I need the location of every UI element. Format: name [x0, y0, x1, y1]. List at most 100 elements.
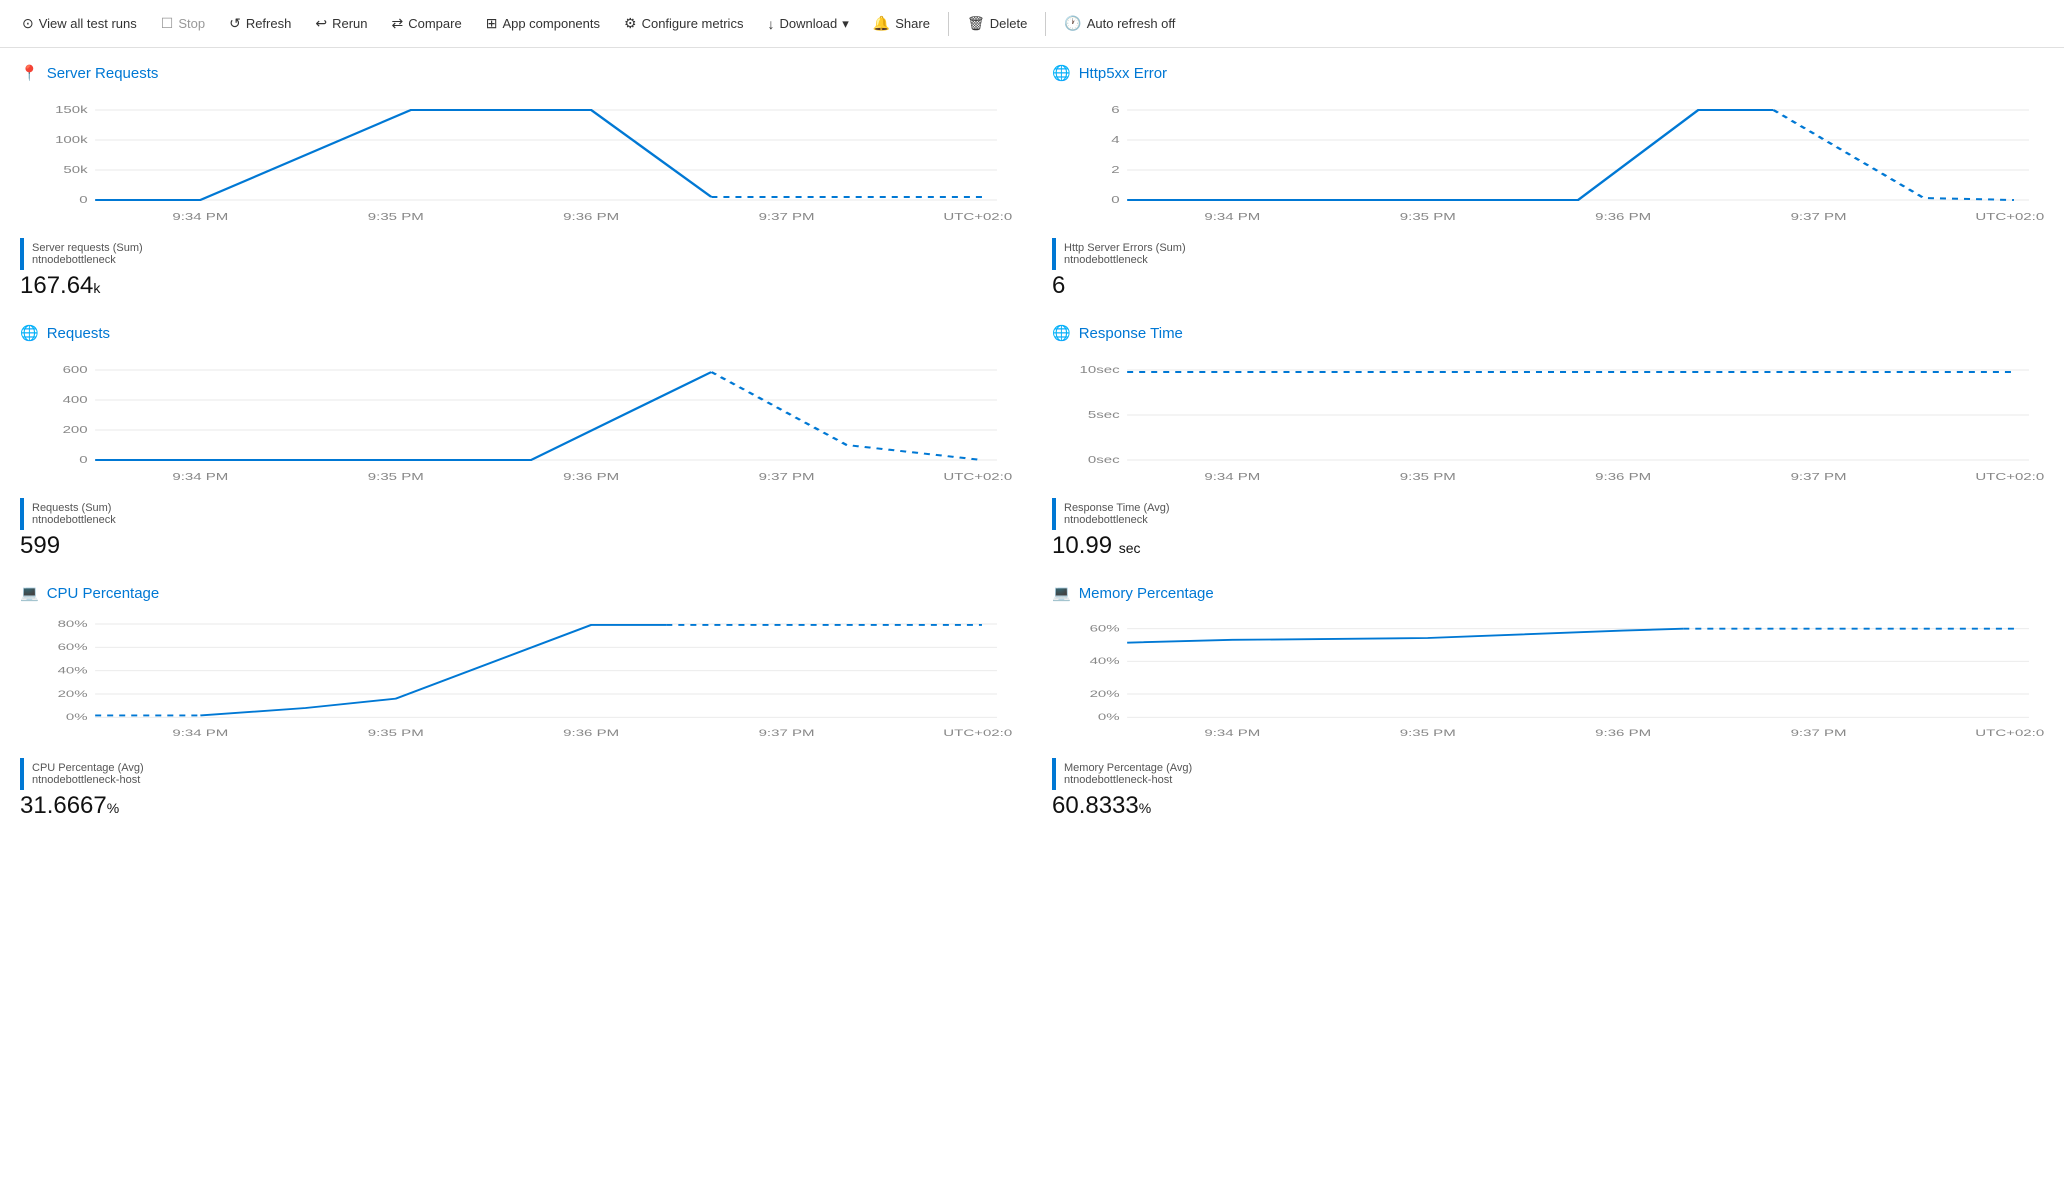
legend-bar [1052, 238, 1056, 270]
response-time-card: 🌐 Response Time 10sec 5sec 0sec 9:34 PM … [1052, 324, 2044, 560]
svg-text:9:37 PM: 9:37 PM [759, 211, 815, 223]
memory-percentage-icon: 💻 [1052, 584, 1071, 602]
svg-text:9:36 PM: 9:36 PM [1595, 471, 1651, 483]
toolbar: ⊙ View all test runs ☐ Stop ↺ Refresh ↩ … [0, 0, 2064, 48]
server-requests-chart: 150k 100k 50k 0 9:34 PM 9:35 PM 9:36 PM … [20, 90, 1012, 230]
svg-text:UTC+02:00: UTC+02:00 [1975, 471, 2044, 483]
refresh-button[interactable]: ↺ Refresh [219, 9, 301, 38]
memory-percentage-chart: 60% 40% 20% 0% 9:34 PM 9:35 PM 9:36 PM 9… [1052, 610, 2044, 750]
compare-icon: ⇄ [392, 15, 404, 32]
share-button[interactable]: 🔔 Share [863, 9, 940, 38]
svg-text:2: 2 [1111, 164, 1119, 176]
download-chevron-icon: ▾ [842, 16, 849, 32]
svg-text:0%: 0% [1098, 712, 1120, 722]
svg-text:9:36 PM: 9:36 PM [1595, 728, 1651, 738]
http5xx-card: 🌐 Http5xx Error 6 4 2 0 9:34 PM 9:35 PM … [1052, 64, 2044, 300]
memory-percentage-card: 💻 Memory Percentage 60% 40% 20% 0% 9:34 … [1052, 584, 2044, 820]
svg-text:0%: 0% [66, 712, 88, 722]
response-time-legend: Response Time (Avg) ntnodebottleneck 10.… [1052, 498, 2044, 560]
separator [948, 12, 949, 36]
stop-icon: ☐ [161, 15, 174, 32]
svg-text:0: 0 [79, 194, 87, 206]
stop-button[interactable]: ☐ Stop [151, 9, 215, 38]
server-requests-icon: 📍 [20, 64, 39, 82]
memory-percentage-legend: Memory Percentage (Avg) ntnodebottleneck… [1052, 758, 2044, 820]
svg-text:UTC+02:00: UTC+02:00 [943, 471, 1012, 483]
server-requests-card: 📍 Server Requests 150k 100k 50k 0 9:34 P… [20, 64, 1012, 300]
svg-text:50k: 50k [63, 164, 88, 176]
svg-text:9:35 PM: 9:35 PM [368, 471, 424, 483]
server-requests-title: 📍 Server Requests [20, 64, 1012, 82]
svg-text:9:34 PM: 9:34 PM [172, 471, 228, 483]
svg-text:20%: 20% [58, 689, 88, 699]
svg-text:400: 400 [63, 394, 88, 406]
server-requests-legend: Server requests (Sum) ntnodebottleneck 1… [20, 238, 1012, 300]
svg-text:9:34 PM: 9:34 PM [1204, 211, 1260, 223]
configure-metrics-button[interactable]: ⚙ Configure metrics [614, 9, 753, 38]
svg-text:9:36 PM: 9:36 PM [563, 471, 619, 483]
svg-text:5sec: 5sec [1088, 409, 1120, 421]
delete-button[interactable]: 🗑 Delete [957, 9, 1037, 38]
svg-text:9:35 PM: 9:35 PM [1400, 728, 1456, 738]
svg-text:9:34 PM: 9:34 PM [1204, 471, 1260, 483]
svg-text:600: 600 [63, 364, 88, 376]
svg-text:9:35 PM: 9:35 PM [368, 728, 424, 738]
svg-text:4: 4 [1111, 134, 1119, 146]
http5xx-chart: 6 4 2 0 9:34 PM 9:35 PM 9:36 PM 9:37 PM … [1052, 90, 2044, 230]
svg-text:9:35 PM: 9:35 PM [368, 211, 424, 223]
legend-bar [1052, 498, 1056, 530]
svg-text:40%: 40% [58, 665, 88, 675]
charts-grid: 📍 Server Requests 150k 100k 50k 0 9:34 P… [20, 64, 2044, 820]
rerun-icon: ↩ [315, 15, 327, 32]
cpu-percentage-legend: CPU Percentage (Avg) ntnodebottleneck-ho… [20, 758, 1012, 820]
response-time-chart: 10sec 5sec 0sec 9:34 PM 9:35 PM 9:36 PM … [1052, 350, 2044, 490]
svg-text:80%: 80% [58, 619, 88, 629]
configure-metrics-icon: ⚙ [624, 15, 637, 32]
svg-text:9:36 PM: 9:36 PM [563, 211, 619, 223]
svg-text:150k: 150k [55, 104, 88, 116]
svg-text:20%: 20% [1090, 689, 1120, 699]
svg-text:40%: 40% [1090, 656, 1120, 666]
requests-title: 🌐 Requests [20, 324, 1012, 342]
svg-text:0sec: 0sec [1088, 454, 1120, 466]
auto-refresh-icon: 🕐 [1064, 15, 1081, 32]
requests-chart: 600 400 200 0 9:34 PM 9:35 PM 9:36 PM 9:… [20, 350, 1012, 490]
svg-text:200: 200 [63, 424, 88, 436]
legend-bar [20, 238, 24, 270]
svg-text:9:37 PM: 9:37 PM [1791, 471, 1847, 483]
svg-text:10sec: 10sec [1080, 364, 1121, 376]
delete-icon: 🗑 [967, 15, 985, 32]
share-icon: 🔔 [873, 15, 890, 32]
svg-text:UTC+02:00: UTC+02:00 [943, 211, 1012, 223]
svg-text:9:37 PM: 9:37 PM [759, 471, 815, 483]
view-all-button[interactable]: ⊙ View all test runs [12, 9, 147, 38]
legend-bar [1052, 758, 1056, 790]
legend-bar [20, 498, 24, 530]
svg-text:9:37 PM: 9:37 PM [1791, 728, 1847, 738]
rerun-button[interactable]: ↩ Rerun [305, 9, 377, 38]
svg-text:60%: 60% [1090, 623, 1120, 633]
svg-text:6: 6 [1111, 104, 1119, 116]
svg-text:9:37 PM: 9:37 PM [1791, 211, 1847, 223]
separator2 [1045, 12, 1046, 36]
svg-text:0: 0 [1111, 194, 1119, 206]
svg-text:UTC+02:00: UTC+02:00 [1975, 728, 2044, 738]
svg-text:9:37 PM: 9:37 PM [759, 728, 815, 738]
app-components-button[interactable]: ⊞ App components [476, 9, 610, 38]
app-components-icon: ⊞ [486, 15, 498, 32]
http5xx-legend: Http Server Errors (Sum) ntnodebottlenec… [1052, 238, 2044, 300]
svg-text:100k: 100k [55, 134, 88, 146]
compare-button[interactable]: ⇄ Compare [382, 9, 472, 38]
svg-text:UTC+02:00: UTC+02:00 [943, 728, 1012, 738]
http5xx-title: 🌐 Http5xx Error [1052, 64, 2044, 82]
svg-text:9:36 PM: 9:36 PM [563, 728, 619, 738]
svg-text:9:34 PM: 9:34 PM [172, 728, 228, 738]
svg-text:9:34 PM: 9:34 PM [1204, 728, 1260, 738]
response-time-icon: 🌐 [1052, 324, 1071, 342]
auto-refresh-button[interactable]: 🕐 Auto refresh off [1054, 9, 1185, 38]
response-time-title: 🌐 Response Time [1052, 324, 2044, 342]
download-button[interactable]: ↓ Download ▾ [757, 10, 858, 38]
svg-text:60%: 60% [58, 642, 88, 652]
requests-legend: Requests (Sum) ntnodebottleneck 599 [20, 498, 1012, 560]
cpu-percentage-icon: 💻 [20, 584, 39, 602]
